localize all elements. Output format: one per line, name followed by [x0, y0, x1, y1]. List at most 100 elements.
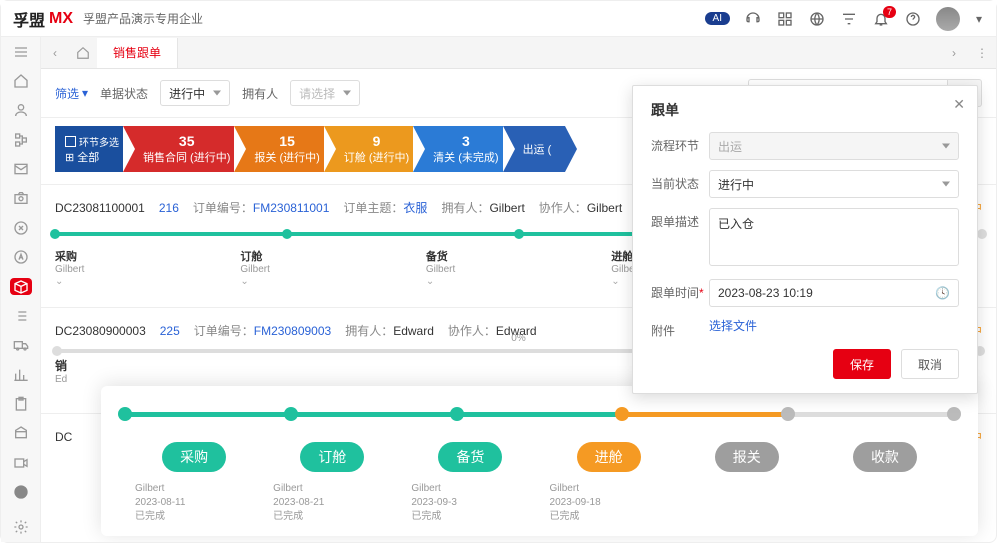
- order-seq: 225: [160, 324, 180, 338]
- user-icon[interactable]: [10, 102, 32, 119]
- stage-owner: Gilbert: [55, 264, 240, 275]
- step-count: 35: [179, 133, 195, 149]
- modal-footer: 保存 取消: [651, 349, 959, 379]
- cancel-button[interactable]: 取消: [901, 349, 959, 379]
- own-label: 拥有人：: [345, 324, 393, 338]
- orderno-label: 订单编号：: [194, 324, 254, 338]
- stage-name: 订舱: [240, 248, 425, 264]
- headset-icon[interactable]: [744, 10, 762, 28]
- stage-pill[interactable]: 备货: [438, 442, 502, 472]
- whatsapp-icon[interactable]: [10, 483, 32, 500]
- stage-pill[interactable]: 报关: [715, 442, 779, 472]
- ai-badge[interactable]: AI: [705, 12, 730, 25]
- pipeline-multi-label: 环节多选: [65, 134, 119, 149]
- order-dc: DC: [55, 430, 72, 444]
- desc-textarea[interactable]: 已入仓: [709, 208, 959, 266]
- mail-icon[interactable]: [10, 160, 32, 177]
- modal-title: 跟单: [651, 100, 959, 120]
- owner-placeholder: 请选择: [299, 85, 335, 102]
- tab-more-icon[interactable]: ⋮: [968, 39, 996, 67]
- back-icon[interactable]: ‹: [41, 39, 69, 67]
- step-count: 3: [462, 133, 470, 149]
- menu-icon[interactable]: [10, 43, 32, 60]
- chevron-down-icon[interactable]: ⌄: [55, 276, 240, 287]
- status-value: 进行中: [718, 176, 754, 193]
- status-select[interactable]: 进行中: [709, 170, 959, 198]
- own-label: 拥有人：: [441, 201, 489, 215]
- order-seq: 216: [159, 201, 179, 215]
- pipeline-all[interactable]: 环节多选 ⊞ 全部: [55, 126, 133, 172]
- top-header: 孚盟 MX 孚盟产品演示专用企业 AI 7 ▾: [1, 1, 996, 37]
- step-label: 出运 (: [523, 141, 552, 157]
- chevron-down-icon[interactable]: ⌄: [240, 276, 425, 287]
- wallet-icon[interactable]: [10, 425, 32, 442]
- pipeline-step-contract[interactable]: 35销售合同 (进行中): [123, 126, 244, 172]
- stage-pill[interactable]: 订舱: [300, 442, 364, 472]
- status-select[interactable]: 进行中: [160, 80, 230, 106]
- pipeline-step-shipping[interactable]: 出运 (: [503, 126, 566, 172]
- tab-row: ‹ 销售跟单 › ⋮: [41, 37, 996, 69]
- avatar[interactable]: [936, 7, 960, 31]
- stage-select[interactable]: 出运: [709, 132, 959, 160]
- tab-sales-tracking[interactable]: 销售跟单: [97, 38, 178, 68]
- home-icon[interactable]: [10, 72, 32, 89]
- step-label: 清关 (未完成): [433, 149, 498, 165]
- status-label: 当前状态: [651, 170, 709, 192]
- stage-detail: Gilbert2023-08-11已完成: [125, 482, 263, 524]
- stage-owner: Gilbert: [426, 264, 611, 275]
- status-value: 进行中: [169, 85, 205, 102]
- filter-toggle[interactable]: 筛选 ▾: [55, 85, 88, 102]
- close-icon[interactable]: ✕: [953, 96, 965, 113]
- home-tab-icon[interactable]: [69, 39, 97, 67]
- help-icon[interactable]: [904, 10, 922, 28]
- chart-icon[interactable]: [10, 366, 32, 383]
- progress-pct: 0%: [511, 333, 525, 344]
- circle-a-icon[interactable]: [10, 249, 32, 266]
- compass-icon[interactable]: [10, 219, 32, 236]
- stage-name: 采购: [55, 248, 240, 264]
- apps-icon[interactable]: [776, 10, 794, 28]
- save-button[interactable]: 保存: [833, 349, 891, 379]
- filter-icon[interactable]: [840, 10, 858, 28]
- clock-icon: 🕓: [935, 286, 950, 300]
- gear-icon[interactable]: [10, 519, 32, 536]
- chevron-down-icon[interactable]: ▾: [974, 10, 984, 28]
- time-value: 2023-08-23 10:19: [718, 286, 813, 300]
- owner-val: Gilbert: [489, 201, 524, 215]
- stage-name: 备货: [426, 248, 611, 264]
- content-area: ‹ 销售跟单 › ⋮ 筛选 ▾ 单据状态 进行中 拥有人 请选择 环节多选 ⊞: [41, 37, 996, 542]
- stage-pill[interactable]: 进舱: [577, 442, 641, 472]
- video-icon[interactable]: [10, 454, 32, 471]
- chevron-down-icon[interactable]: ⌄: [426, 276, 611, 287]
- step-label: 报关 (进行中): [254, 149, 319, 165]
- stage-detail: Gilbert2023-08-21已完成: [263, 482, 401, 524]
- order-no[interactable]: FM230809003: [254, 324, 331, 338]
- pipeline-step-customs[interactable]: 15报关 (进行中): [234, 126, 333, 172]
- overlay-cols: 采购 Gilbert2023-08-11已完成 订舱 Gilbert2023-08-…: [125, 442, 954, 524]
- bell-icon[interactable]: 7: [872, 10, 890, 28]
- step-count: 9: [373, 133, 381, 149]
- org-icon[interactable]: [10, 131, 32, 148]
- pipeline-step-booking[interactable]: 9订舱 (进行中): [324, 126, 423, 172]
- camera-icon[interactable]: [10, 190, 32, 207]
- logo-text: 孚盟: [13, 7, 45, 31]
- owner-select[interactable]: 请选择: [290, 80, 360, 106]
- order-no[interactable]: FM230811001: [253, 201, 330, 215]
- datetime-input[interactable]: 2023-08-23 10:19 🕓: [709, 279, 959, 307]
- stage-pill[interactable]: 收款: [853, 442, 917, 472]
- pipeline-step-clearance[interactable]: 3清关 (未完成): [413, 126, 512, 172]
- box-icon[interactable]: [10, 278, 32, 295]
- list-icon[interactable]: [10, 307, 32, 324]
- order-subject[interactable]: 衣服: [403, 201, 427, 215]
- tab-next-icon[interactable]: ›: [940, 39, 968, 67]
- truck-icon[interactable]: [10, 337, 32, 354]
- filter-text: 筛选: [55, 85, 79, 102]
- collab-label: 协作人：: [539, 201, 587, 215]
- main-layout: ‹ 销售跟单 › ⋮ 筛选 ▾ 单据状态 进行中 拥有人 请选择 环节多选 ⊞: [1, 37, 996, 542]
- stage-pill[interactable]: 采购: [162, 442, 226, 472]
- status-label: 单据状态: [100, 85, 148, 102]
- globe-icon[interactable]: [808, 10, 826, 28]
- clipboard-icon[interactable]: [10, 395, 32, 412]
- attach-link[interactable]: 选择文件: [709, 319, 757, 333]
- logo-area: 孚盟 MX 孚盟产品演示专用企业: [13, 7, 203, 31]
